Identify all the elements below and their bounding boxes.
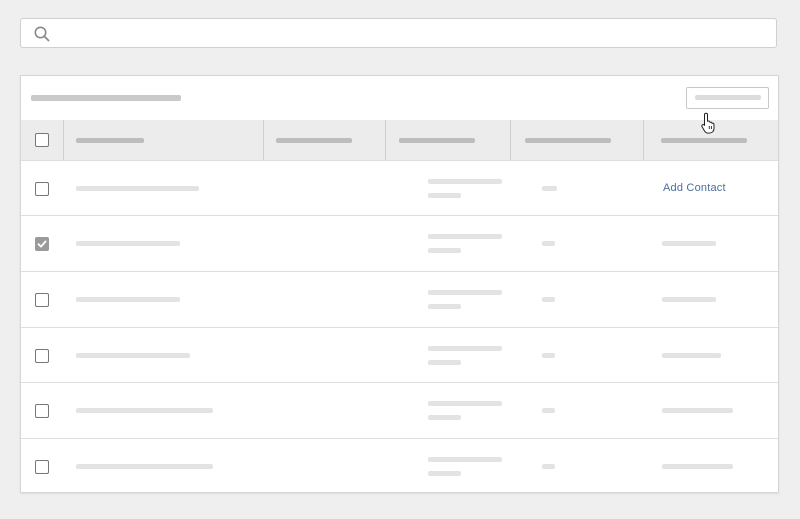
count-placeholder — [542, 464, 555, 469]
detail-placeholder — [428, 304, 461, 309]
row-checkbox[interactable] — [35, 237, 49, 251]
action-placeholder — [662, 241, 716, 246]
action-placeholder — [662, 297, 716, 302]
select-all-cell — [21, 120, 64, 160]
table-row[interactable] — [21, 382, 778, 437]
detail-placeholder — [428, 346, 502, 351]
name-placeholder — [76, 186, 199, 191]
action-placeholder — [662, 353, 721, 358]
add-contact-link[interactable]: Add Contact — [663, 182, 726, 194]
name-placeholder — [76, 241, 180, 246]
column-header[interactable] — [64, 120, 264, 160]
search-input[interactable] — [61, 23, 761, 43]
count-placeholder — [542, 186, 557, 191]
row-checkbox[interactable] — [35, 293, 49, 307]
count-placeholder — [542, 241, 555, 246]
detail-placeholder — [428, 415, 461, 420]
detail-placeholder — [428, 179, 502, 184]
contacts-card: Add Contact — [20, 75, 779, 493]
select-all-checkbox[interactable] — [35, 133, 49, 147]
header-action-label-placeholder — [695, 95, 761, 100]
hand-pointer-icon — [701, 112, 715, 134]
name-placeholder — [76, 464, 213, 469]
table-row[interactable] — [21, 438, 778, 493]
table-row[interactable]: Add Contact — [21, 160, 778, 215]
card-title-placeholder — [31, 95, 181, 101]
row-checkbox[interactable] — [35, 404, 49, 418]
search-bar[interactable] — [20, 18, 777, 48]
column-header-label-placeholder — [661, 138, 747, 143]
table-row[interactable] — [21, 215, 778, 270]
detail-placeholder — [428, 193, 461, 198]
column-header[interactable] — [511, 120, 644, 160]
detail-placeholder — [428, 290, 502, 295]
table-row[interactable] — [21, 271, 778, 326]
row-checkbox[interactable] — [35, 182, 49, 196]
table-row[interactable] — [21, 327, 778, 382]
column-header[interactable] — [386, 120, 511, 160]
name-placeholder — [76, 297, 180, 302]
column-header-label-placeholder — [399, 138, 475, 143]
detail-placeholder — [428, 248, 461, 253]
action-placeholder — [662, 408, 733, 413]
detail-placeholder — [428, 457, 502, 462]
card-header — [21, 76, 778, 120]
detail-placeholder — [428, 401, 502, 406]
row-checkbox[interactable] — [35, 349, 49, 363]
count-placeholder — [542, 353, 555, 358]
header-action-button[interactable] — [686, 87, 769, 109]
count-placeholder — [542, 297, 555, 302]
name-placeholder — [76, 353, 190, 358]
detail-placeholder — [428, 234, 502, 239]
action-placeholder — [662, 464, 733, 469]
name-placeholder — [76, 408, 213, 413]
table-header — [21, 120, 778, 160]
detail-placeholder — [428, 360, 461, 365]
column-header-label-placeholder — [276, 138, 352, 143]
column-header[interactable] — [264, 120, 386, 160]
row-checkbox[interactable] — [35, 460, 49, 474]
check-icon — [37, 240, 47, 248]
column-header-label-placeholder — [525, 138, 611, 143]
detail-placeholder — [428, 471, 461, 476]
count-placeholder — [542, 408, 555, 413]
search-icon — [33, 25, 51, 43]
column-header-label-placeholder — [76, 138, 144, 143]
